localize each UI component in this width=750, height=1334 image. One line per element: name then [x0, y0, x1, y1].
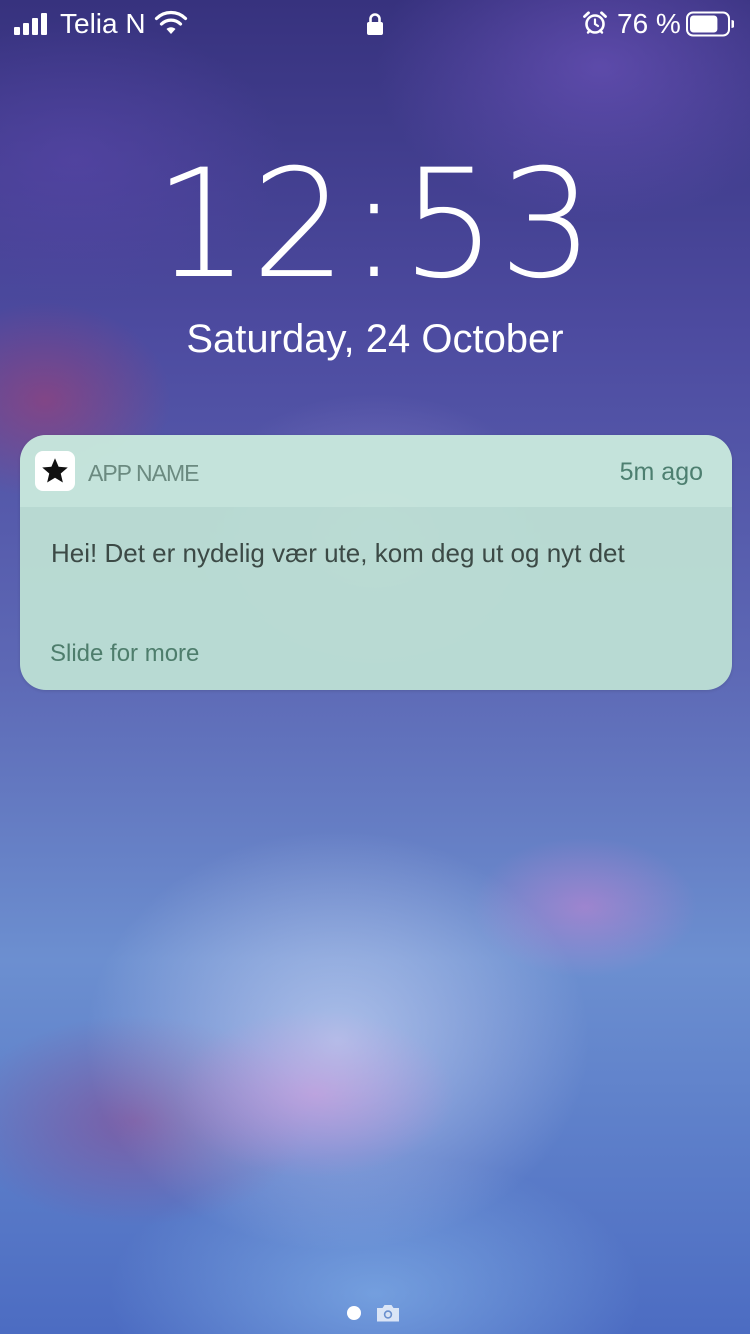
app-icon — [35, 451, 75, 491]
lock-screen: Telia N 76 % 12:53 Saturday, 24 October — [0, 0, 750, 1334]
page-dot[interactable] — [347, 1306, 361, 1320]
battery-percentage: 76 % — [617, 8, 681, 39]
status-bar: Telia N 76 % — [0, 0, 750, 48]
wifi-icon — [154, 10, 188, 34]
carrier-name: Telia N — [60, 8, 146, 39]
alarm-icon — [583, 11, 607, 34]
notification-card[interactable]: APP NAME 5m ago Hei! Det er nydelig vær … — [20, 435, 732, 690]
lock-screen-time: 12:53 — [153, 138, 597, 312]
notification-app-name: APP NAME — [88, 460, 199, 486]
notification-timestamp: 5m ago — [619, 458, 703, 486]
lock-icon — [367, 13, 383, 35]
battery-icon — [686, 11, 734, 37]
notification-message: Hei! Det er nydelig vær ute, kom deg ut … — [51, 538, 625, 568]
signal-icon — [14, 13, 47, 35]
page-indicator — [347, 1303, 401, 1323]
lock-screen-date: Saturday, 24 October — [186, 317, 564, 361]
camera-icon[interactable] — [375, 1303, 401, 1323]
star-icon — [42, 458, 68, 483]
notification-slide-hint[interactable]: Slide for more — [50, 639, 199, 669]
